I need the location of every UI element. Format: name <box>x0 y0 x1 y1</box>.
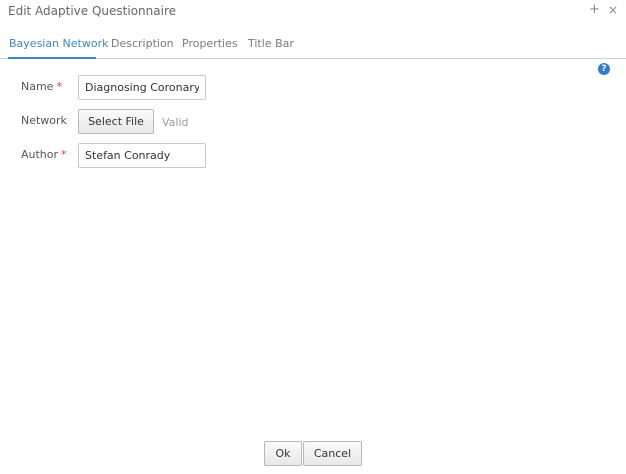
author-label: Author * <box>21 148 67 162</box>
name-label-text: Name <box>21 80 54 93</box>
edit-dialog: Edit Adaptive Questionnaire + × Bayesian… <box>0 0 626 474</box>
help-icon[interactable]: ? <box>598 63 610 75</box>
author-required-mark: * <box>61 148 67 161</box>
tab-bayesian-network[interactable]: Bayesian Network <box>9 37 109 51</box>
cancel-button[interactable]: Cancel <box>303 441 362 466</box>
network-label-text: Network <box>21 114 67 127</box>
name-input[interactable] <box>78 75 206 100</box>
network-label: Network <box>21 114 67 128</box>
author-input[interactable] <box>78 143 206 168</box>
dialog-title: Edit Adaptive Questionnaire <box>8 4 176 18</box>
network-status: Valid <box>162 116 189 129</box>
close-icon[interactable]: × <box>608 3 618 17</box>
select-file-button[interactable]: Select File <box>78 109 154 134</box>
tab-title-bar[interactable]: Title Bar <box>248 37 294 51</box>
author-label-text: Author <box>21 148 59 161</box>
tab-description[interactable]: Description <box>111 37 174 51</box>
active-tab-indicator <box>8 57 96 59</box>
name-label: Name * <box>21 80 62 94</box>
plus-icon[interactable]: + <box>589 3 600 17</box>
ok-button[interactable]: Ok <box>264 441 302 466</box>
tab-bar: Bayesian Network Description Properties … <box>0 36 626 59</box>
tab-properties[interactable]: Properties <box>182 37 238 51</box>
name-required-mark: * <box>56 80 62 93</box>
